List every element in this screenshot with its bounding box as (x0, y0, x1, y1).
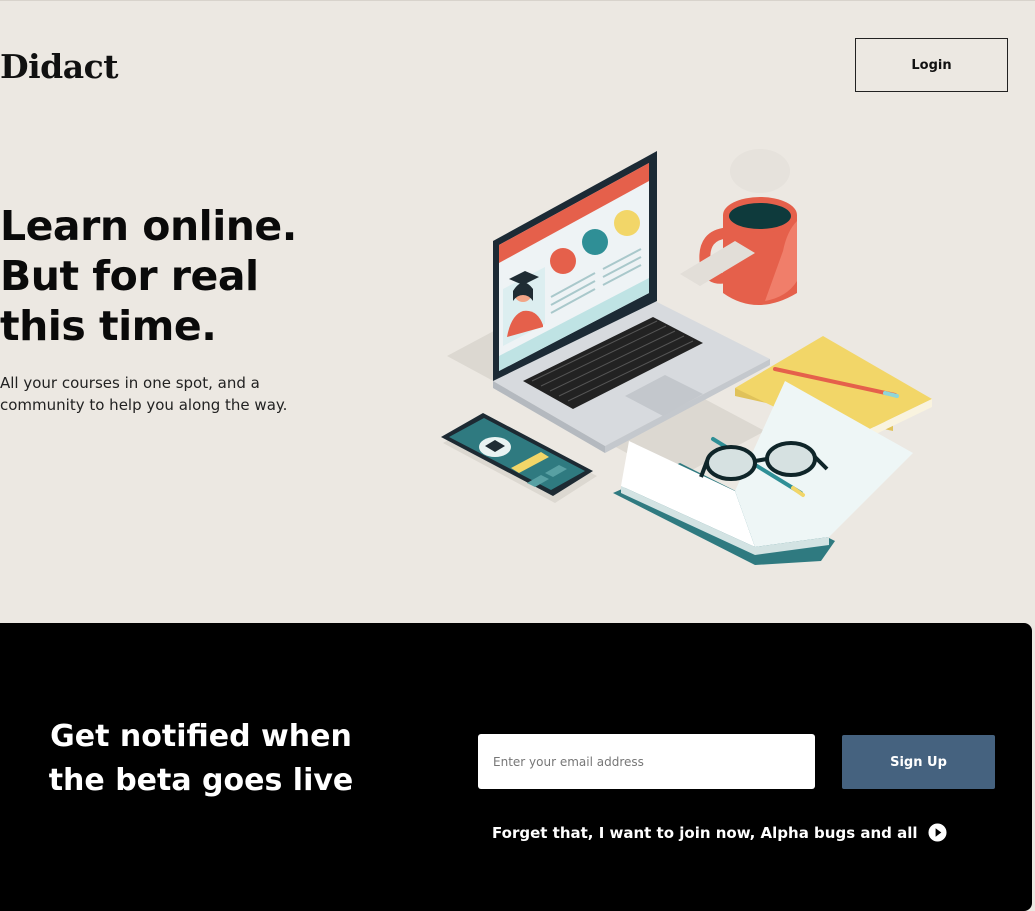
hero-title-line-3: this time. (0, 302, 217, 350)
beta-signup-band: Get notified when the beta goes live Sig… (0, 623, 1032, 911)
beta-signup-title: Get notified when the beta goes live (20, 715, 382, 803)
hero-subtitle-line-1: All your courses in one spot, and a (0, 374, 260, 392)
join-now-link[interactable]: Forget that, I want to join now, Alpha b… (492, 823, 947, 842)
brand-logo[interactable]: Didact (0, 47, 118, 86)
hero-illustration (441, 149, 932, 565)
hero-subtitle-line-2: community to help you along the way. (0, 396, 288, 414)
mug-coffee (729, 203, 791, 229)
screen-icon-yellow (614, 210, 640, 236)
screen-icon-teal (582, 229, 608, 255)
mug-steam (730, 149, 790, 193)
hero-title-line-1: Learn online. (0, 202, 297, 250)
hero-subtitle: All your courses in one spot, and a comm… (0, 372, 300, 416)
join-now-link-text: Forget that, I want to join now, Alpha b… (492, 823, 918, 842)
sign-up-button[interactable]: Sign Up (842, 735, 995, 789)
beta-signup-title-line-2: the beta goes live (48, 763, 354, 798)
beta-signup-title-line-1: Get notified when (50, 719, 352, 754)
landing-page: Didact Login Learn online. But for real … (0, 0, 1035, 911)
hero-title-line-2: But for real (0, 252, 259, 300)
email-input[interactable] (478, 734, 815, 789)
play-circle-icon (928, 823, 947, 842)
hero-title: Learn online. But for real this time. (0, 201, 320, 351)
screen-icon-red (550, 248, 576, 274)
login-button[interactable]: Login (855, 38, 1008, 92)
